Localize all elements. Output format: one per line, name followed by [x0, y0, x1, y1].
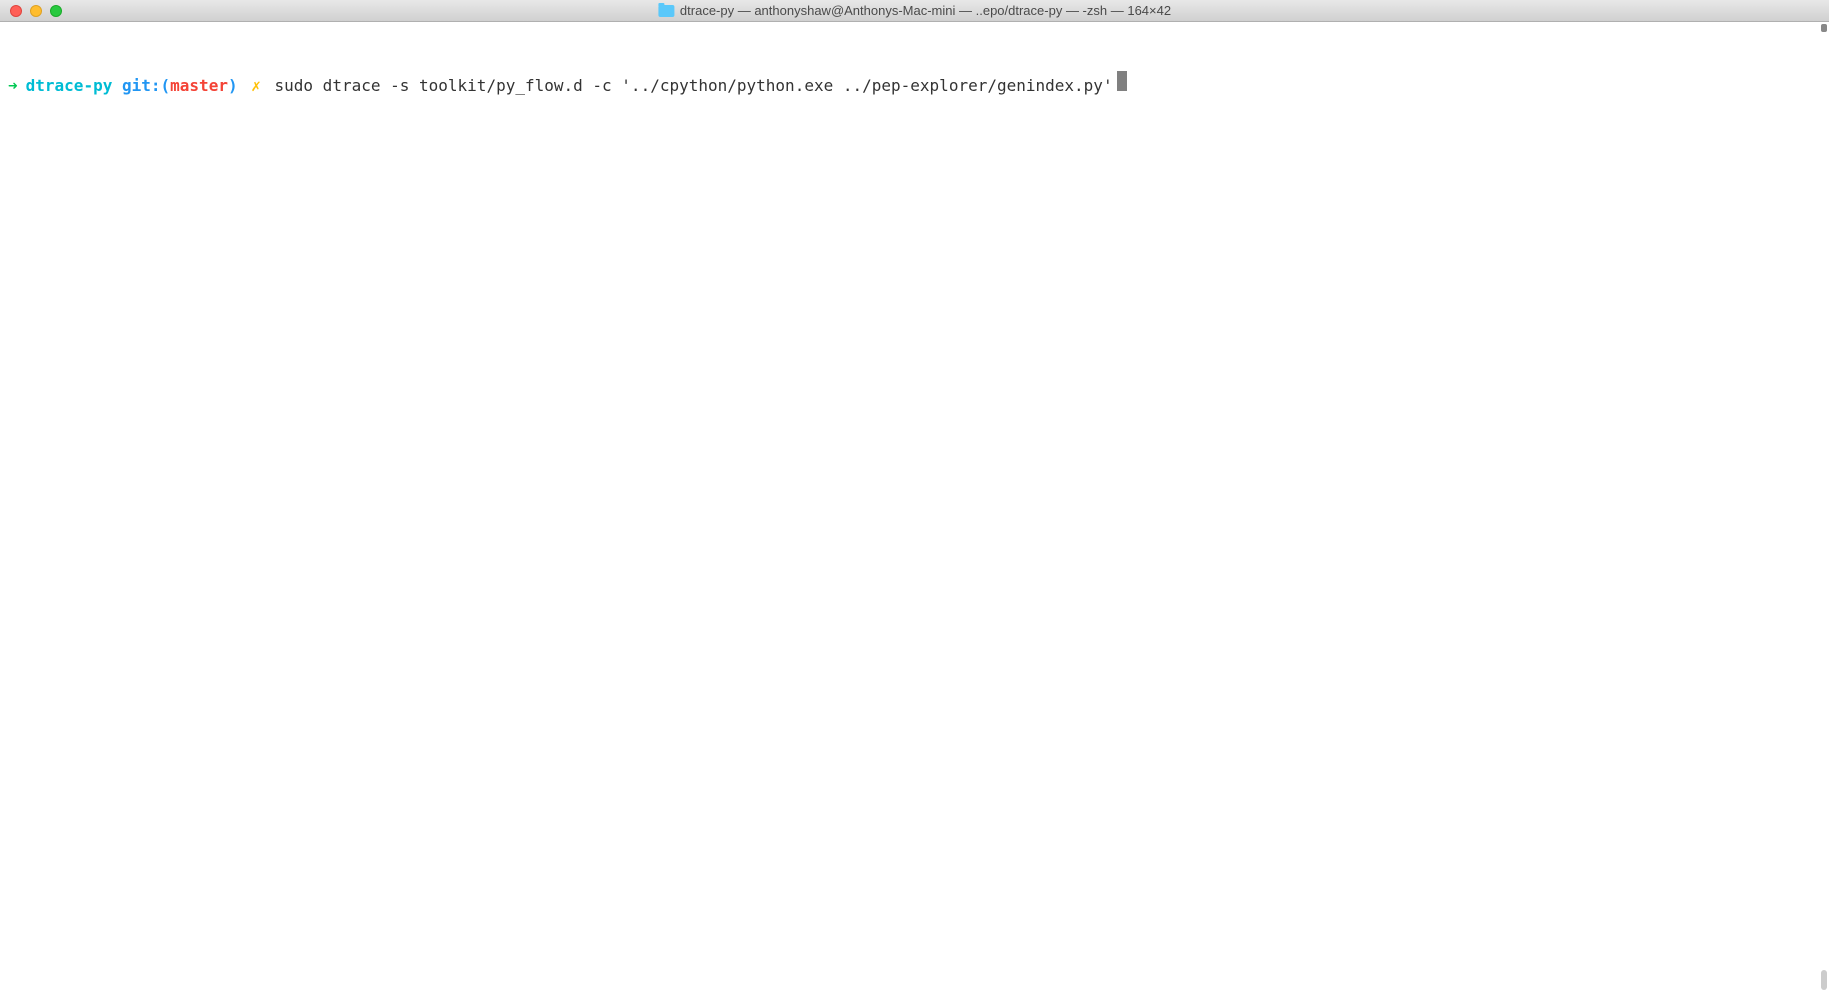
prompt-directory: dtrace-py: [26, 75, 113, 97]
maximize-button[interactable]: [50, 5, 62, 17]
git-suffix: ): [228, 75, 238, 97]
command-text: sudo dtrace -s toolkit/py_flow.d -c '../…: [275, 75, 1113, 97]
window-title-bar: dtrace-py — anthonyshaw@Anthonys-Mac-min…: [0, 0, 1829, 22]
folder-icon: [658, 5, 674, 17]
terminal-cursor: [1117, 71, 1127, 91]
window-title-text: dtrace-py — anthonyshaw@Anthonys-Mac-min…: [680, 3, 1171, 18]
scrollbar-thumb[interactable]: [1821, 970, 1827, 990]
git-prefix: git:(: [122, 75, 170, 97]
git-branch: master: [170, 75, 228, 97]
window-controls: [0, 5, 62, 17]
scrollbar-top-indicator[interactable]: [1821, 24, 1827, 32]
minimize-button[interactable]: [30, 5, 42, 17]
close-button[interactable]: [10, 5, 22, 17]
terminal-content[interactable]: ➜ dtrace-py git:( master ) ✗ sudo dtrace…: [0, 22, 1829, 124]
window-title: dtrace-py — anthonyshaw@Anthonys-Mac-min…: [658, 3, 1171, 18]
prompt-arrow-icon: ➜: [8, 75, 18, 97]
git-dirty-icon: ✗: [251, 75, 261, 97]
prompt-line: ➜ dtrace-py git:( master ) ✗ sudo dtrace…: [8, 71, 1821, 97]
